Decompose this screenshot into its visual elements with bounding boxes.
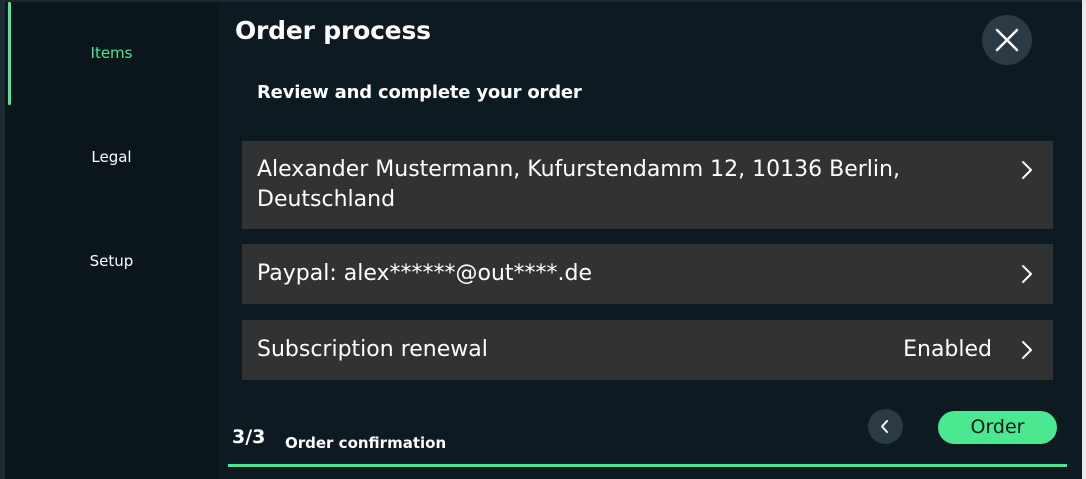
sidebar-item-legal[interactable]: Legal xyxy=(5,106,218,210)
page-title: Order process xyxy=(235,16,431,45)
chevron-right-icon xyxy=(1022,341,1032,359)
payment-method-text: Paypal: alex******@out****.de xyxy=(257,261,593,286)
subscription-renewal-status: Enabled xyxy=(903,337,992,362)
main-panel: Order process Review and complete your o… xyxy=(218,2,1082,479)
shipping-address-row[interactable]: Alexander Mustermann, Kufurstendamm 12, … xyxy=(242,141,1053,229)
order-process-window: Items Legal Setup Order process Review a… xyxy=(0,0,1086,479)
payment-method-row[interactable]: Paypal: alex******@out****.de xyxy=(242,244,1053,304)
close-icon xyxy=(995,28,1019,52)
chevron-right-icon xyxy=(1022,265,1032,283)
sidebar: Items Legal Setup xyxy=(5,2,218,479)
right-edge xyxy=(1082,0,1086,479)
step-counter: 3/3 xyxy=(232,426,266,448)
step-label: Order confirmation xyxy=(285,434,447,452)
sidebar-item-label: Items xyxy=(90,44,133,62)
progress-bar xyxy=(228,464,1067,467)
shipping-address-text: Alexander Mustermann, Kufurstendamm 12, … xyxy=(257,157,900,212)
sidebar-item-label: Legal xyxy=(91,148,132,166)
subscription-renewal-label: Subscription renewal xyxy=(257,337,488,362)
close-button[interactable] xyxy=(982,15,1032,65)
footer: 3/3 Order confirmation Order xyxy=(228,402,1068,468)
subscription-renewal-row[interactable]: Subscription renewal Enabled xyxy=(242,320,1053,380)
sidebar-item-label: Setup xyxy=(89,252,134,270)
chevron-right-icon xyxy=(1022,161,1032,179)
sidebar-item-setup[interactable]: Setup xyxy=(5,210,218,314)
chevron-left-icon xyxy=(881,420,888,433)
back-button[interactable] xyxy=(868,409,903,444)
order-button[interactable]: Order xyxy=(938,411,1057,444)
section-subtitle: Review and complete your order xyxy=(257,82,582,103)
sidebar-item-items[interactable]: Items xyxy=(5,2,218,106)
